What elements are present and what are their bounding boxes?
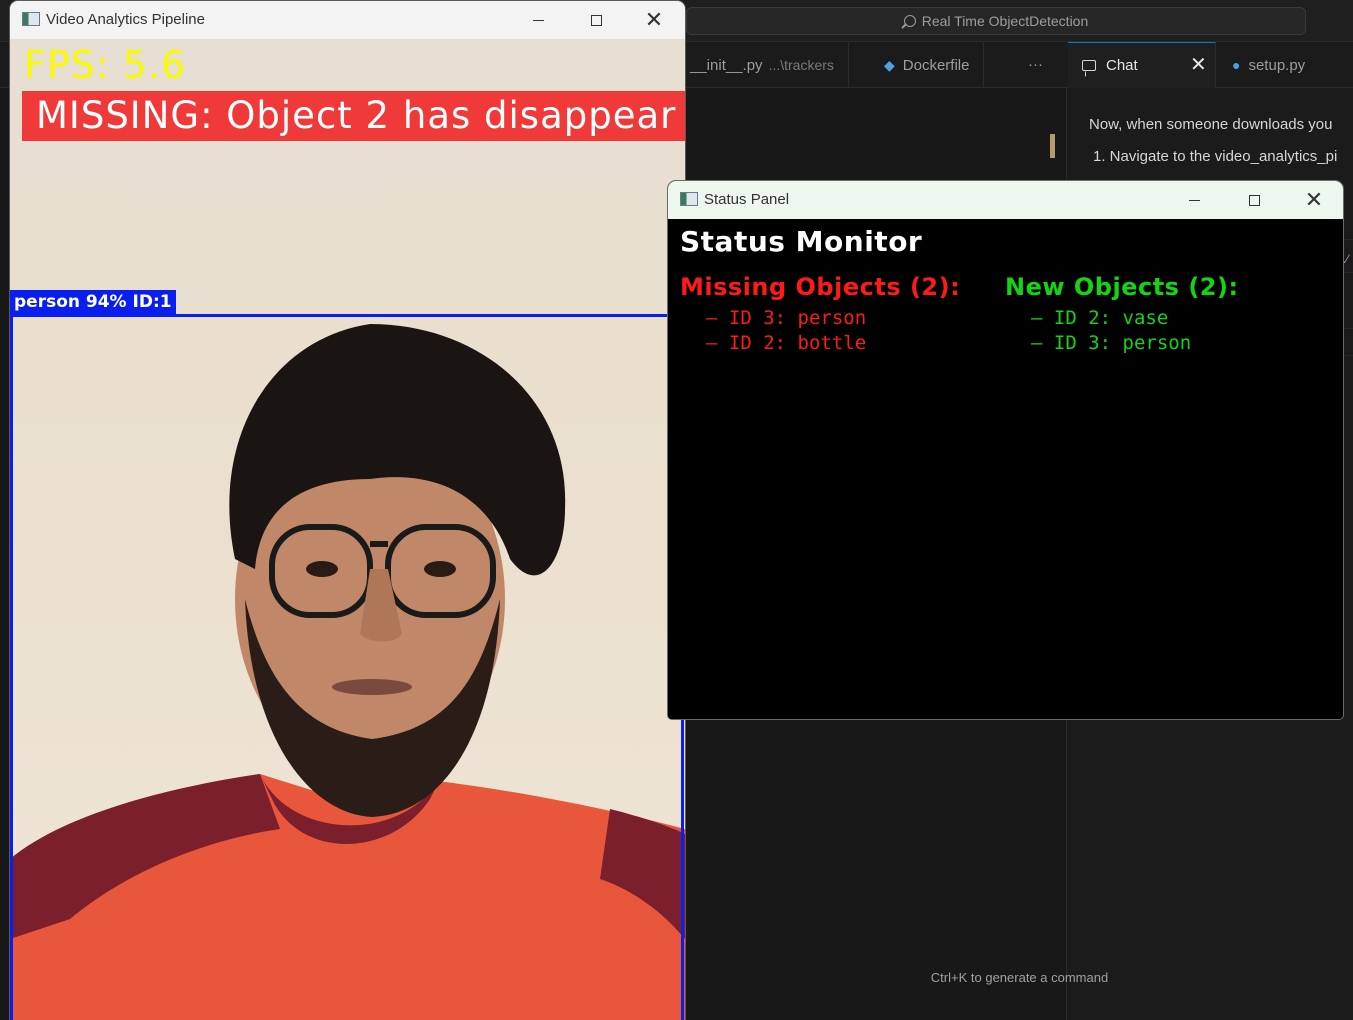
- editor-cursor: [1050, 134, 1055, 158]
- window-titlebar[interactable]: Status Panel ✕: [668, 181, 1343, 219]
- missing-objects-header: Missing Objects (2):: [680, 273, 961, 301]
- chat-message-line: 1. Navigate to the video_analytics_pi: [1093, 148, 1338, 165]
- tab-label: Chat: [1106, 57, 1138, 74]
- detection-bounding-box: [10, 314, 684, 1020]
- close-button[interactable]: ✕: [1285, 181, 1343, 219]
- new-object-item: – ID 2: vase: [1031, 307, 1169, 329]
- more-icon: ···: [1028, 56, 1043, 73]
- tab-path: ...\trackers: [768, 57, 834, 73]
- missing-alert-banner: MISSING: Object 2 has disappear: [22, 91, 685, 141]
- status-body: Status Monitor Missing Objects (2): – ID…: [668, 219, 1343, 719]
- video-frame: FPS: 5.6 MISSING: Object 2 has disappear…: [10, 39, 685, 1020]
- video-analytics-window[interactable]: Video Analytics Pipeline ✕ FPS: 5.6 MISS…: [10, 1, 685, 1020]
- search-icon: [903, 15, 916, 27]
- window-titlebar[interactable]: Video Analytics Pipeline ✕: [10, 1, 685, 39]
- python-icon: ●: [1232, 57, 1241, 73]
- fps-counter: FPS: 5.6: [24, 43, 187, 87]
- minimize-button[interactable]: [1165, 181, 1223, 219]
- command-center-search[interactable]: Real Time ObjectDetection: [686, 7, 1306, 35]
- new-object-item: – ID 3: person: [1031, 332, 1192, 354]
- new-objects-header: New Objects (2):: [1005, 273, 1239, 301]
- tab-label: __init__.py: [690, 57, 763, 74]
- missing-object-item: – ID 3: person: [706, 307, 867, 329]
- tab-setup-py[interactable]: ● setup.py: [1218, 42, 1319, 88]
- close-icon: ✕: [1304, 187, 1324, 212]
- maximize-button[interactable]: [567, 1, 625, 39]
- tab-label: setup.py: [1248, 57, 1306, 74]
- tab-overflow-menu[interactable]: ···: [1014, 42, 1057, 88]
- chat-icon: [1082, 60, 1096, 71]
- search-text: Real Time ObjectDetection: [921, 13, 1089, 29]
- tab-dockerfile[interactable]: ◆ Dockerfile: [870, 42, 985, 88]
- minimize-icon: [1188, 200, 1200, 202]
- maximize-icon: [590, 15, 602, 27]
- status-heading: Status Monitor: [680, 225, 923, 258]
- close-icon[interactable]: ✕: [1190, 42, 1207, 88]
- window-title: Status Panel: [704, 191, 790, 208]
- tab-label: Dockerfile: [902, 57, 970, 74]
- minimize-icon: [532, 20, 544, 22]
- tab-init-py[interactable]: __init__.py ...\trackers: [676, 42, 849, 88]
- app-icon: [22, 12, 40, 26]
- docker-icon: ◆: [884, 57, 895, 73]
- missing-object-item: – ID 2: bottle: [706, 332, 867, 354]
- command-hint: Ctrl+K to generate a command: [930, 970, 1109, 985]
- maximize-button[interactable]: [1225, 181, 1283, 219]
- window-title: Video Analytics Pipeline: [46, 11, 205, 28]
- maximize-icon: [1248, 195, 1260, 207]
- minimize-button[interactable]: [509, 1, 567, 39]
- close-button[interactable]: ✕: [625, 1, 683, 39]
- scroll-marker: .⁄: [1343, 252, 1349, 266]
- chat-message-line: Now, when someone downloads you: [1089, 116, 1333, 133]
- detection-label: person 94% ID:1: [10, 290, 176, 314]
- close-icon: ✕: [644, 7, 664, 32]
- app-icon: [680, 192, 698, 206]
- status-panel-window[interactable]: Status Panel ✕ Status Monitor Missing Ob…: [668, 181, 1343, 719]
